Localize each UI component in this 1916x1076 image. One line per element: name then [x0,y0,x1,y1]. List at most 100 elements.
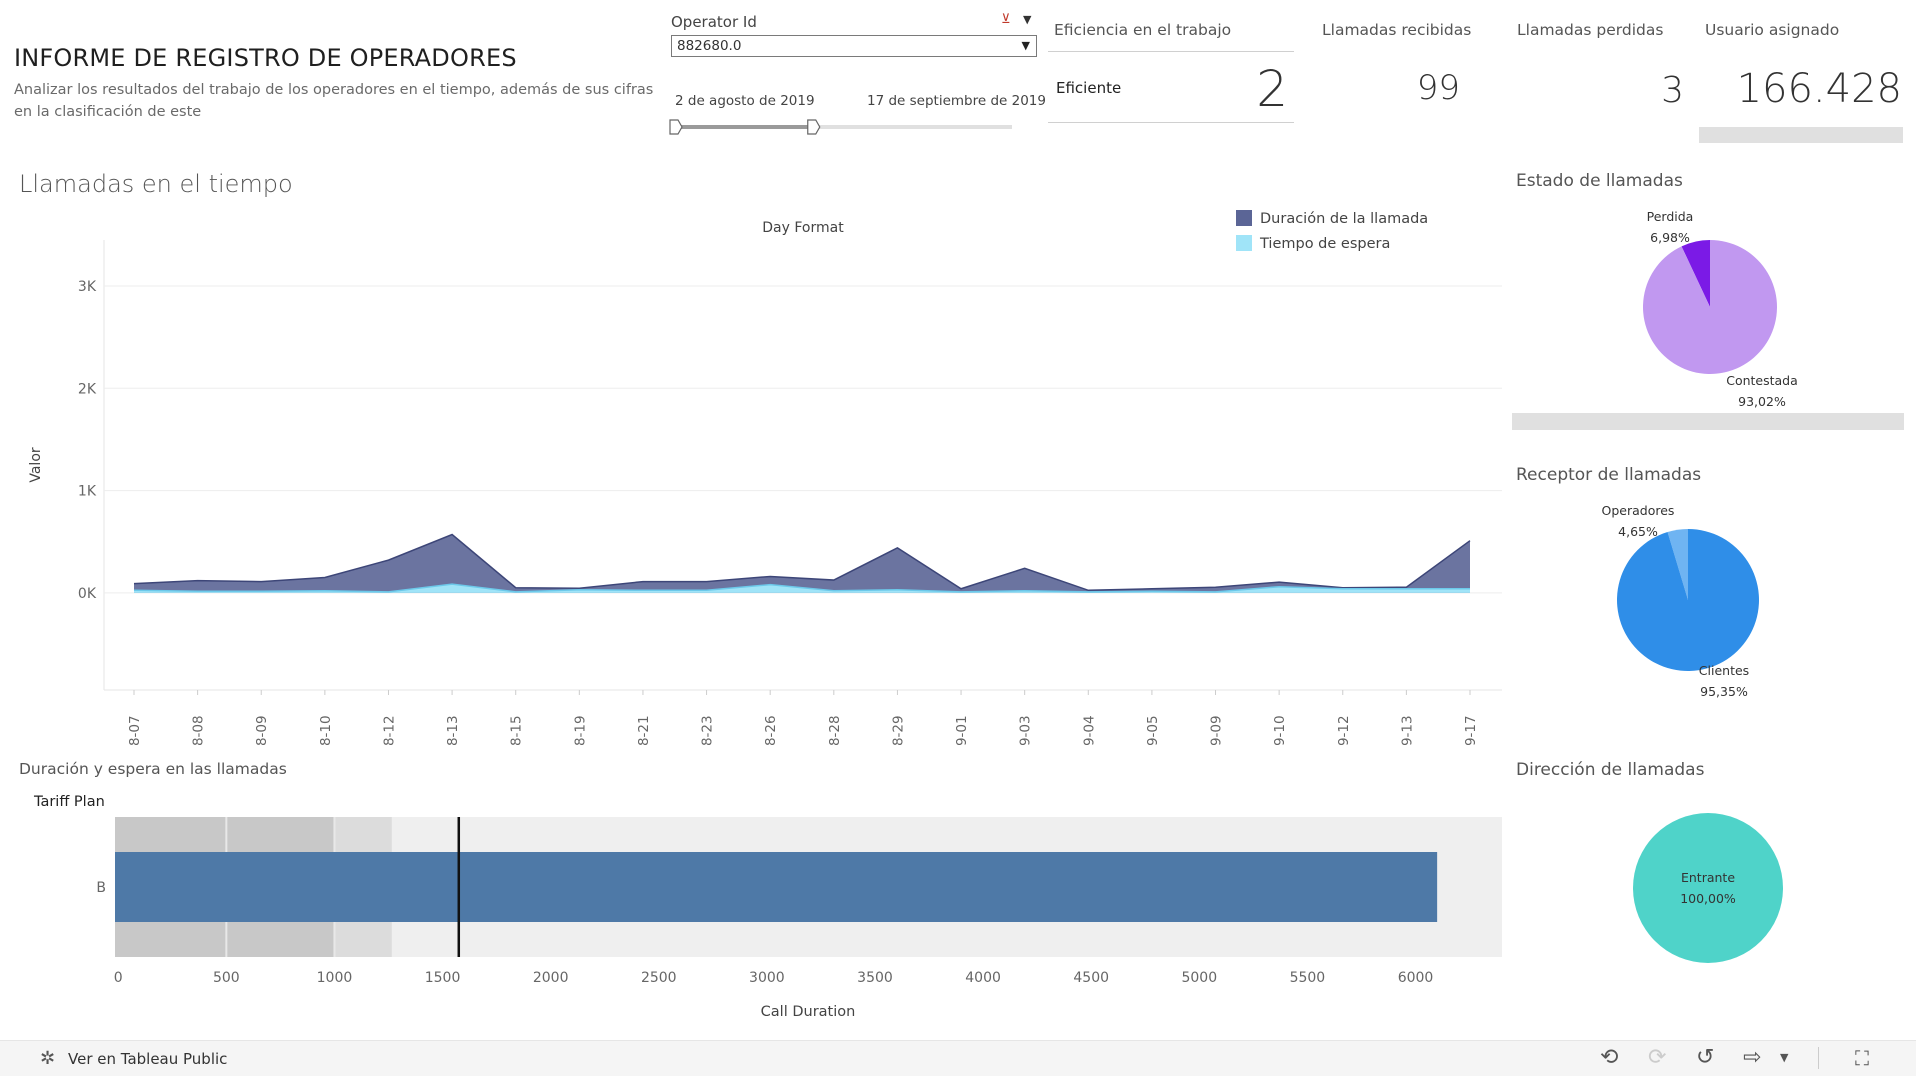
pie-slice-0 [1633,813,1783,963]
operator-select[interactable]: 882680.0 ▼ [671,35,1037,57]
pie-percent-0: 6,98% [1650,230,1690,245]
pie-slice-1 [1617,529,1759,671]
area-series-0 [134,534,1470,593]
operator-filter-label: Operator Id [671,13,757,31]
pie-slice-1 [1643,240,1777,374]
x-tick-label: 08-26 [763,715,779,745]
pie-percent-1: 95,35% [1700,684,1748,699]
pie-percent-1: 93,02% [1738,394,1786,409]
efficiency-category: Eficiente [1056,79,1122,97]
x-tick-label: 4500 [1073,970,1109,986]
view-on-tableau-link[interactable]: Ver en Tableau Public [68,1050,227,1068]
date-start-label: 2 de agosto de 2019 [675,93,815,109]
fullscreen-icon[interactable]: ⛶ [1855,1046,1869,1070]
x-tick-label: 09-01 [954,715,970,745]
duration-bar [115,852,1438,922]
efficiency-title: Eficiencia en el trabajo [1054,21,1232,39]
call-duration-bullet-chart: Tariff Plan B 0 500 1000 1500 2000 2500 3000 3500… [33,794,1502,1020]
x-tick-label: 2000 [533,970,569,986]
x-tick-label: 08-29 [890,715,906,745]
call-direction-pie: Entrante 100,00% [1633,813,1783,963]
x-tick-label: 08-08 [191,715,207,745]
legend-label-0: Duración de la llamada [1260,211,1428,227]
x-tick-label: 09-04 [1081,715,1097,745]
pie-percent-0: 4,65% [1618,524,1658,539]
x-tick-label: 4000 [965,970,1001,986]
time-chart-title: Llamadas en el tiempo [19,170,293,198]
revert-icon[interactable]: ↺ [1696,1045,1714,1070]
efficiency-top-divider [1048,51,1294,52]
x-tick-label: 2500 [641,970,677,986]
x-tick-label: 500 [213,970,240,986]
x-tick-label: 08-07 [127,715,143,745]
x-tick-label: 08-15 [509,715,525,745]
slider-end-handle[interactable] [807,119,821,135]
category-label: B [96,880,106,896]
pie-label-0: Entrante [1681,870,1735,885]
y-tick-label: 2K [78,381,97,397]
share-menu-chevron-icon[interactable]: ▼ [1780,1051,1788,1064]
calls-over-time-chart: 0K 1K 2K 3K Valor Day Format 08-07 08-08 08-09 08… [28,210,1502,745]
bullet-chart-title: Duración y espera en las llamadas [19,760,287,778]
x-tick-label: 09-13 [1399,715,1415,745]
x-tick-label: 08-28 [827,715,843,745]
x-tick-label: 09-10 [1272,715,1288,745]
efficiency-bottom-divider [1048,122,1294,123]
x-tick-label: 3500 [857,970,893,986]
footer-toolbar: ✲ Ver en Tableau Public ⟲ ⟳ ↺ ⇨ ▼ ⛶ [0,1040,1916,1076]
clear-filter-icon[interactable]: ⊻ [1001,12,1011,27]
page-subtitle: Analizar los resultados del trabajo de l… [14,82,654,120]
call-receiver-pie: Operadores 4,65% Clientes 95,35% [1602,503,1759,699]
slider-range-fill [676,125,814,129]
lost-title: Llamadas perdidas [1517,21,1664,39]
undo-icon[interactable]: ⟲ [1600,1045,1618,1070]
x-axis-label: Call Duration [761,1004,856,1020]
y-tick-label: 1K [78,484,97,500]
pie-label-1: Contestada [1726,373,1798,388]
received-title: Llamadas recibidas [1322,21,1472,39]
assigned-scroll-bar[interactable] [1699,127,1903,143]
x-tick-label: 5500 [1290,970,1326,986]
chevron-down-icon: ▼ [1021,39,1030,52]
y-tick-label: 3K [78,279,97,295]
x-tick-label: 09-12 [1336,715,1352,745]
x-tick-label: 09-03 [1018,715,1034,745]
x-tick-label: 08-21 [636,715,652,745]
pie-label-0: Operadores [1602,503,1675,518]
legend-swatch-1 [1236,235,1252,251]
receiver-pie-title: Receptor de llamadas [1516,465,1702,485]
footer-divider [1818,1047,1819,1069]
x-tick-label: 09-17 [1463,715,1479,745]
x-tick-label: 08-19 [572,715,588,745]
chart-header: Day Format [762,220,844,236]
redo-icon[interactable]: ⟳ [1648,1045,1666,1070]
date-range-slider[interactable] [668,115,1028,141]
y-tick-label: 0K [78,586,97,602]
x-tick-label: 3000 [749,970,785,986]
x-tick-label: 08-13 [445,715,461,745]
efficiency-value: 2 [1256,60,1288,118]
x-tick-label: 6000 [1398,970,1434,986]
assigned-value: 166.428 [1736,66,1902,112]
filter-menu-icon[interactable]: ▼ [1023,13,1031,26]
operator-select-value: 882680.0 [677,38,742,54]
page-title: INFORME DE REGISTRO DE OPERADORES [14,44,517,72]
x-tick-label: 08-09 [254,715,270,745]
status-pie-scroll-bar[interactable] [1512,413,1904,430]
x-tick-label: 5000 [1181,970,1217,986]
direction-pie-title: Dirección de llamadas [1516,760,1705,780]
tableau-logo-icon: ✲ [40,1048,56,1069]
x-tick-label: 1000 [317,970,353,986]
slider-start-handle[interactable] [669,119,683,135]
x-tick-label: 08-23 [700,715,716,745]
status-pie-title: Estado de llamadas [1516,171,1683,191]
date-end-label: 17 de septiembre de 2019 [867,93,1046,109]
call-status-pie: Perdida 6,98% Contestada 93,02% [1643,209,1798,409]
x-tick-label: 0 [114,970,123,986]
share-icon[interactable]: ⇨ [1743,1045,1761,1070]
assigned-title: Usuario asignado [1705,21,1840,39]
legend-label-1: Tiempo de espera [1259,236,1390,252]
x-tick-label: 09-09 [1209,715,1225,745]
x-tick-label: 09-05 [1145,715,1161,745]
lost-value: 3 [1661,70,1684,111]
